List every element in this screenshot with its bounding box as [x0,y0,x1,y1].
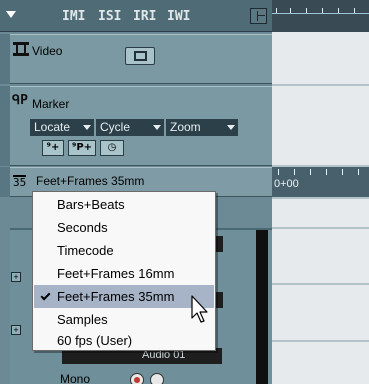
menu-item-feet-frames-16mm[interactable]: Feet+Frames 16mm [34,262,214,285]
track-list-toolbar: IMI ISI IRI IWI [0,0,272,32]
monitor-icon[interactable] [150,373,164,384]
timeline-track-divider [272,197,369,199]
expand-track-icon[interactable]: + [11,325,21,335]
chevron-down-icon [153,125,161,130]
lock-icon [134,51,147,61]
timeline-track-divider [272,283,369,285]
track-color-stripe [0,167,10,197]
ruler-35mm-icon: 35 [13,175,27,189]
video-track-icon [13,42,29,56]
channel-label: Mono [60,372,91,384]
toolbar-button-iri[interactable]: IRI [133,9,156,24]
timeline-track-divider [272,227,369,229]
cycle-dropdown-label: Cycle [100,120,131,134]
main-ruler[interactable] [272,0,369,32]
timeline-track-divider [272,340,369,342]
menu-item-timecode[interactable]: Timecode [34,239,214,262]
mouse-pointer-icon [191,295,208,323]
cycle-dropdown[interactable]: Cycle [96,119,164,136]
video-track-header[interactable]: Video [10,34,272,84]
ruler-format-label[interactable]: Feet+Frames 35mm [36,174,144,188]
expand-track-icon[interactable]: + [11,272,21,282]
timeline-track-divider [272,84,369,86]
chevron-down-icon [227,125,235,130]
toolbar-button-isi[interactable]: ISI [98,9,121,24]
chevron-down-icon [83,125,91,130]
ruler-position-readout: 0+00 [274,178,299,190]
locate-dropdown-label: Locate [34,120,71,134]
list-view-icon[interactable] [250,8,267,24]
toolbar-button-iwi[interactable]: IWI [167,9,190,24]
zoom-dropdown[interactable]: Zoom [166,119,238,136]
video-track-label: Video [32,44,63,58]
locate-dropdown[interactable]: Locate [30,119,94,136]
track-color-stripe [0,86,10,166]
marker-time-button[interactable]: ◷ [100,140,124,156]
checkmark-icon [40,290,51,301]
menu-item-samples[interactable]: Samples [34,308,214,331]
marker-track-icon: ᑫP [12,93,28,108]
ruler-toolbar-arrow-icon[interactable] [6,11,16,18]
marker-track-label: Marker [32,97,70,111]
zoom-dropdown-label: Zoom [170,120,201,134]
toolbar-button-imi[interactable]: IMI [62,9,85,24]
track-color-stripe [0,34,10,84]
menu-item-60fps-user[interactable]: 60 fps (User) [34,331,214,351]
ruler-format-menu: Bars+Beats Seconds Timecode Feet+Frames … [32,191,216,351]
menu-item-bars-beats[interactable]: Bars+Beats [34,193,214,216]
level-meter [256,230,268,384]
marker-track-header[interactable]: ᑫP Marker Locate Cycle Zoom ⁹+ ⁹P+ ◷ [10,86,272,166]
record-icon[interactable] [130,373,144,384]
menu-item-feet-frames-35mm[interactable]: Feet+Frames 35mm [34,285,214,308]
add-cycle-marker-button[interactable]: ⁹P+ [68,140,96,156]
add-marker-button[interactable]: ⁹+ [42,140,64,156]
lock-button[interactable] [125,47,155,65]
menu-item-seconds[interactable]: Seconds [34,216,214,239]
